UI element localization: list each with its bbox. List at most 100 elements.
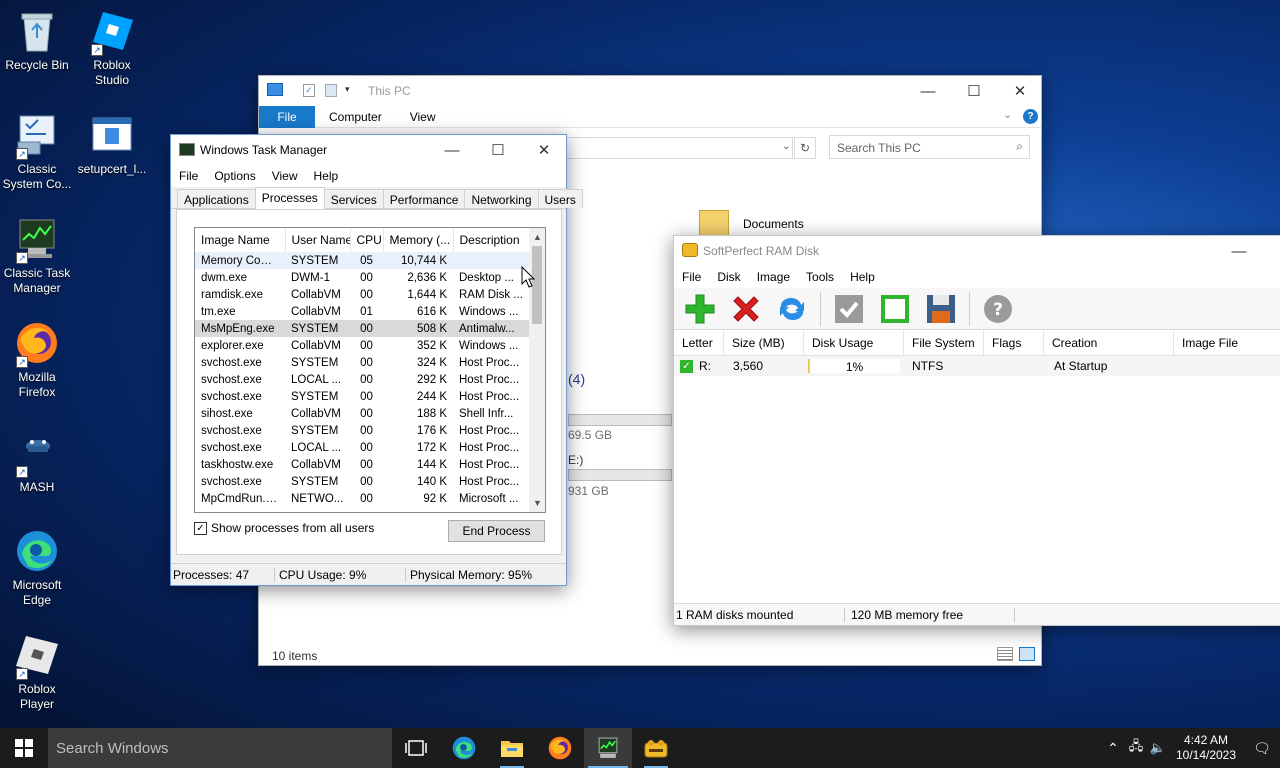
col-letter[interactable]: Letter: [674, 330, 724, 355]
save-image-button[interactable]: [923, 291, 959, 327]
col-disk-usage[interactable]: Disk Usage: [804, 330, 904, 355]
col-image-file[interactable]: Image File: [1174, 330, 1280, 355]
taskbar-search[interactable]: Search Windows: [48, 728, 392, 768]
ribbon-tab-view[interactable]: View: [396, 110, 450, 124]
taskbar-ramdisk[interactable]: [632, 728, 680, 768]
minimize-button[interactable]: —: [905, 76, 951, 106]
col-description[interactable]: Description: [453, 228, 530, 252]
desktop-icon-mash[interactable]: ↗ MASH: [0, 430, 74, 495]
rd-menu-file[interactable]: File: [674, 270, 709, 284]
notifications-icon[interactable]: 🗨: [1244, 740, 1280, 757]
close-button[interactable]: ✕: [521, 135, 567, 165]
process-row[interactable]: svchost.exe SYSTEM 00 324 K Host Proc...: [195, 354, 529, 371]
menu-file[interactable]: File: [171, 169, 206, 183]
taskbar-task-manager[interactable]: [584, 728, 632, 768]
qat-dropdown-icon[interactable]: ▾: [345, 84, 350, 95]
tab-services[interactable]: Services: [323, 189, 384, 208]
process-row[interactable]: svchost.exe SYSTEM 00 140 K Host Proc...: [195, 473, 529, 490]
taskbar-file-explorer[interactable]: [488, 728, 536, 768]
taskbar-edge[interactable]: [440, 728, 488, 768]
ribbon-tab-computer[interactable]: Computer: [315, 110, 396, 124]
process-row[interactable]: taskhostw.exe CollabVM 00 144 K Host Proc...: [195, 456, 529, 473]
process-row[interactable]: svchost.exe SYSTEM 00 244 K Host Proc...: [195, 388, 529, 405]
minimize-button[interactable]: —: [1216, 236, 1262, 266]
tab-applications[interactable]: Applications: [177, 189, 256, 208]
network-icon[interactable]: 🖧: [1124, 737, 1148, 759]
minimize-button[interactable]: —: [429, 135, 475, 165]
tab-users[interactable]: Users: [537, 189, 583, 208]
select-all-button[interactable]: [877, 291, 913, 327]
refresh-disk-button[interactable]: [774, 291, 810, 327]
tray-expand-icon[interactable]: ⌃: [1102, 740, 1124, 757]
taskmgr-titlebar[interactable]: Windows Task Manager — ☐ ✕: [171, 135, 566, 165]
help-button[interactable]: ?: [980, 291, 1016, 327]
show-all-users-checkbox[interactable]: ✓ Show processes from all users: [194, 521, 374, 535]
remove-disk-button[interactable]: [728, 291, 764, 327]
desktop-icon-recycle-bin[interactable]: Recycle Bin: [0, 8, 74, 73]
col-creation[interactable]: Creation: [1044, 330, 1174, 355]
ribbon-expand-icon[interactable]: ⌄: [1003, 108, 1012, 121]
process-row[interactable]: explorer.exe CollabVM 00 352 K Windows ...: [195, 337, 529, 354]
process-list[interactable]: Image Name User Name CPU Memory (... Des…: [194, 227, 546, 513]
process-row[interactable]: svchost.exe LOCAL ... 00 172 K Host Proc...: [195, 439, 529, 456]
task-view-button[interactable]: [392, 728, 440, 768]
process-row[interactable]: Memory Comp... SYSTEM 05 10,744 K: [195, 252, 529, 269]
desktop-icon-roblox-studio[interactable]: ↗ Roblox Studio: [75, 8, 149, 88]
col-cpu[interactable]: CPU: [350, 228, 384, 252]
process-row[interactable]: MpCmdRun.exe NETWO... 00 92 K Microsoft ...: [195, 490, 529, 507]
menu-help[interactable]: Help: [306, 169, 347, 183]
menu-view[interactable]: View: [264, 169, 306, 183]
process-row[interactable]: sihost.exe CollabVM 00 188 K Shell Infr...: [195, 405, 529, 422]
process-row[interactable]: ramdisk.exe CollabVM 00 1,644 K RAM Disk ...: [195, 286, 529, 303]
ramdisk-titlebar[interactable]: SoftPerfect RAM Disk —: [674, 236, 1280, 266]
process-row[interactable]: tm.exe CollabVM 01 616 K Windows ...: [195, 303, 529, 320]
process-row[interactable]: svchost.exe SYSTEM 00 176 K Host Proc...: [195, 422, 529, 439]
scroll-down-icon[interactable]: ▼: [533, 498, 542, 508]
task-manager-window[interactable]: Windows Task Manager — ☐ ✕ File Options …: [170, 134, 583, 586]
search-box[interactable]: Search This PC ⌕: [829, 135, 1030, 159]
menu-options[interactable]: Options: [206, 169, 263, 183]
maximize-button[interactable]: ☐: [951, 76, 997, 106]
ramdisk-window[interactable]: SoftPerfect RAM Disk — File Disk Image T…: [673, 235, 1280, 626]
apply-button[interactable]: [831, 291, 867, 327]
desktop-icon-setupcert[interactable]: setupcert_l...: [75, 112, 149, 177]
col-memory[interactable]: Memory (...: [383, 228, 454, 252]
tiles-view-icon[interactable]: [1019, 647, 1035, 661]
help-icon[interactable]: ?: [1023, 109, 1038, 124]
properties-icon[interactable]: ✓: [303, 84, 315, 97]
process-row[interactable]: dwm.exe DWM-1 00 2,636 K Desktop ...: [195, 269, 529, 286]
disk-check-icon[interactable]: ✓: [680, 359, 693, 373]
tab-networking[interactable]: Networking: [464, 189, 539, 208]
volume-icon[interactable]: 🔈: [1148, 740, 1168, 756]
process-row[interactable]: svchost.exe LOCAL ... 00 292 K Host Proc...: [195, 371, 529, 388]
desktop-icon-classic-system[interactable]: ↗ Classic System Co...: [0, 112, 74, 192]
tab-processes[interactable]: Processes: [254, 187, 325, 209]
col-image-name[interactable]: Image Name: [195, 228, 286, 252]
rd-menu-image[interactable]: Image: [749, 270, 798, 284]
address-bar[interactable]: ⌄: [559, 137, 793, 159]
desktop-icon-roblox-player[interactable]: ↗ Roblox Player: [0, 632, 74, 712]
tab-performance[interactable]: Performance: [382, 189, 466, 208]
new-folder-icon[interactable]: [325, 84, 337, 97]
taskbar-firefox[interactable]: [536, 728, 584, 768]
address-dropdown-icon[interactable]: ⌄: [782, 141, 790, 152]
refresh-button[interactable]: ↻: [794, 137, 816, 159]
details-view-icon[interactable]: [997, 647, 1013, 661]
col-flags[interactable]: Flags: [984, 330, 1044, 355]
close-button[interactable]: ✕: [997, 76, 1043, 106]
desktop-icon-edge[interactable]: Microsoft Edge: [0, 528, 74, 608]
maximize-button[interactable]: ☐: [475, 135, 521, 165]
process-row[interactable]: MsMpEng.exe SYSTEM 00 508 K Antimalw...: [195, 320, 529, 337]
rd-menu-help[interactable]: Help: [842, 270, 883, 284]
end-process-button[interactable]: End Process: [448, 520, 545, 542]
rd-menu-disk[interactable]: Disk: [709, 270, 748, 284]
add-disk-button[interactable]: [682, 291, 718, 327]
col-user-name[interactable]: User Name: [285, 228, 351, 252]
checkbox-checked-icon[interactable]: ✓: [194, 521, 207, 535]
explorer-titlebar[interactable]: ✓ ▾ This PC — ☐ ✕: [259, 76, 1041, 106]
desktop-icon-classic-task-manager[interactable]: ↗ Classic Task Manager: [0, 216, 74, 296]
start-button[interactable]: [0, 728, 48, 768]
rd-menu-tools[interactable]: Tools: [798, 270, 842, 284]
col-size[interactable]: Size (MB): [724, 330, 804, 355]
clock[interactable]: 4:42 AM 10/14/2023: [1168, 733, 1244, 763]
